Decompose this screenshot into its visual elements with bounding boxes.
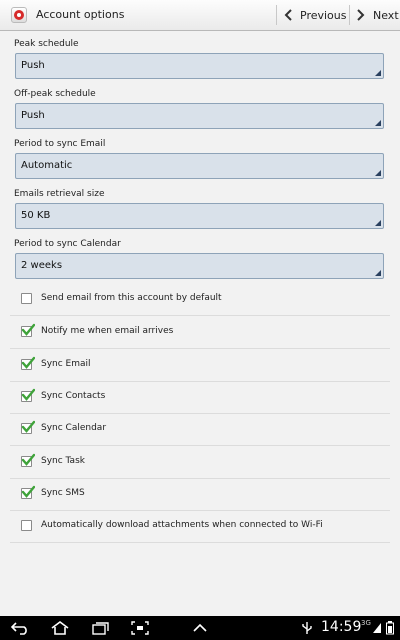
default-account-label: Send email from this account by default xyxy=(41,293,222,303)
sync-calendar-period-label: Period to sync Calendar xyxy=(14,239,121,249)
notify-row[interactable]: Notify me when email arrives xyxy=(10,316,390,349)
sync-email-period-value: Automatic xyxy=(21,160,73,171)
system-status-bar: 14:59 3G xyxy=(0,616,400,640)
dropdown-corner-icon xyxy=(375,170,381,176)
sync-contacts-row[interactable]: Sync Contacts xyxy=(10,381,390,414)
peak-schedule-spinner[interactable]: Push xyxy=(15,53,384,79)
sync-calendar-period-value: 2 weeks xyxy=(21,260,63,271)
sync-calendar-checkbox[interactable] xyxy=(21,420,35,434)
back-icon[interactable] xyxy=(10,616,30,640)
signal-icon xyxy=(372,616,382,640)
divider xyxy=(349,5,350,25)
checkmark-icon xyxy=(21,485,35,498)
screenshot-icon[interactable] xyxy=(130,616,150,640)
action-bar: Account options Previous Next xyxy=(0,0,400,31)
sync-email-row[interactable]: Sync Email xyxy=(10,349,390,382)
retrieval-size-value: 50 KB xyxy=(21,210,51,221)
previous-button[interactable]: Previous xyxy=(284,0,347,30)
notify-checkbox[interactable] xyxy=(21,323,35,337)
peak-schedule-value: Push xyxy=(21,60,45,71)
sync-email-label: Sync Email xyxy=(41,359,91,369)
recent-apps-icon[interactable] xyxy=(90,616,110,640)
checkmark-icon xyxy=(21,388,35,401)
checkmark-icon xyxy=(21,453,35,466)
sync-email-period-label: Period to sync Email xyxy=(14,139,106,149)
checkmark-icon xyxy=(21,323,35,336)
sync-calendar-row[interactable]: Sync Calendar xyxy=(10,413,390,446)
sync-contacts-checkbox[interactable] xyxy=(21,388,35,402)
battery-icon xyxy=(386,616,394,640)
divider xyxy=(276,5,277,25)
offpeak-schedule-label: Off-peak schedule xyxy=(14,89,96,99)
dropdown-corner-icon xyxy=(375,120,381,126)
dropdown-corner-icon xyxy=(375,70,381,76)
dropdown-corner-icon xyxy=(375,270,381,276)
offpeak-schedule-value: Push xyxy=(21,110,45,121)
chevron-up-icon[interactable] xyxy=(190,616,210,640)
usb-icon xyxy=(300,616,314,640)
sync-task-label: Sync Task xyxy=(41,456,85,466)
sync-task-checkbox[interactable] xyxy=(21,453,35,467)
next-button[interactable]: Next xyxy=(357,0,399,30)
retrieval-size-label: Emails retrieval size xyxy=(14,189,105,199)
sync-sms-label: Sync SMS xyxy=(41,488,85,498)
offpeak-schedule-spinner[interactable]: Push xyxy=(15,103,384,129)
auto-download-checkbox[interactable] xyxy=(21,520,32,531)
next-label: Next xyxy=(373,8,399,22)
sync-sms-checkbox[interactable] xyxy=(21,485,35,499)
email-app-icon[interactable] xyxy=(11,7,27,23)
sync-task-row[interactable]: Sync Task xyxy=(10,446,390,479)
auto-download-row[interactable]: Automatically download attachments when … xyxy=(10,510,390,543)
sync-email-period-spinner[interactable]: Automatic xyxy=(15,153,384,179)
sync-calendar-period-spinner[interactable]: 2 weeks xyxy=(15,253,384,279)
checkmark-icon xyxy=(21,420,35,433)
home-icon[interactable] xyxy=(50,616,70,640)
network-type-label: 3G xyxy=(361,619,371,627)
retrieval-size-spinner[interactable]: 50 KB xyxy=(15,203,384,229)
sync-contacts-label: Sync Contacts xyxy=(41,391,106,401)
peak-schedule-label: Peak schedule xyxy=(14,39,79,49)
auto-download-label: Automatically download attachments when … xyxy=(41,520,323,530)
checkmark-icon xyxy=(21,356,35,369)
status-clock: 14:59 xyxy=(321,619,362,635)
dropdown-corner-icon xyxy=(375,220,381,226)
sync-sms-row[interactable]: Sync SMS xyxy=(10,478,390,511)
previous-label: Previous xyxy=(300,8,347,22)
sync-calendar-label: Sync Calendar xyxy=(41,423,107,433)
notify-label: Notify me when email arrives xyxy=(41,326,174,336)
default-account-row[interactable]: Send email from this account by default xyxy=(10,283,390,316)
page-title: Account options xyxy=(36,8,125,21)
chevron-left-icon xyxy=(284,9,292,21)
default-account-checkbox[interactable] xyxy=(21,293,32,304)
chevron-right-icon xyxy=(357,9,365,21)
sync-email-checkbox[interactable] xyxy=(21,356,35,370)
